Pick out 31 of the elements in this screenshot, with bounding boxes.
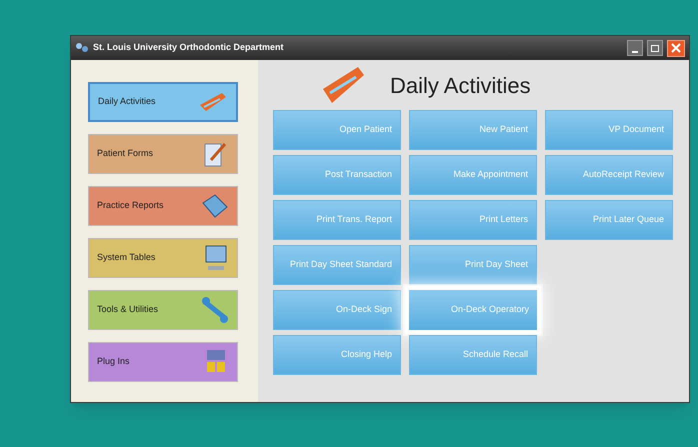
action-button[interactable]: Make Appointment <box>409 155 537 195</box>
app-icon <box>75 42 89 54</box>
action-button[interactable]: Post Transaction <box>273 155 401 195</box>
action-button[interactable]: Print Letters <box>409 200 537 240</box>
action-button[interactable]: AutoReceipt Review <box>545 155 673 195</box>
page-title: Daily Activities <box>390 72 531 100</box>
maximize-button[interactable] <box>647 40 663 56</box>
sidebar-item[interactable]: Tools & Utilities <box>88 290 238 330</box>
action-button[interactable]: Schedule Recall <box>409 335 537 375</box>
minimize-button[interactable] <box>627 40 643 56</box>
sidebar-item[interactable]: System Tables <box>88 238 238 278</box>
form-pencil-icon <box>203 140 229 168</box>
action-button[interactable]: Closing Help <box>273 335 401 375</box>
action-button[interactable]: Print Trans. Report <box>273 200 401 240</box>
sidebar-item[interactable]: Daily Activities <box>88 82 238 122</box>
close-icon <box>671 43 681 53</box>
action-button[interactable]: On-Deck Operatory <box>409 290 537 330</box>
action-button[interactable]: Print Day Sheet <box>409 245 537 285</box>
action-button[interactable]: VP Document <box>545 110 673 150</box>
wrench-icon <box>201 296 229 324</box>
sidebar-item[interactable]: Practice Reports <box>88 186 238 226</box>
action-button[interactable]: Print Day Sheet Standard <box>273 245 401 285</box>
window-title: St. Louis University Orthodontic Department <box>93 41 285 54</box>
close-button[interactable] <box>667 40 685 56</box>
action-button[interactable]: Open Patient <box>273 110 401 150</box>
action-button[interactable]: Print Later Queue <box>545 200 673 240</box>
action-button[interactable]: On-Deck Sign <box>273 290 401 330</box>
computer-icon <box>203 244 229 272</box>
action-button[interactable]: New Patient <box>409 110 537 150</box>
sidebar-item[interactable]: Patient Forms <box>88 134 238 174</box>
sidebar-item[interactable]: Plug Ins <box>88 342 238 382</box>
